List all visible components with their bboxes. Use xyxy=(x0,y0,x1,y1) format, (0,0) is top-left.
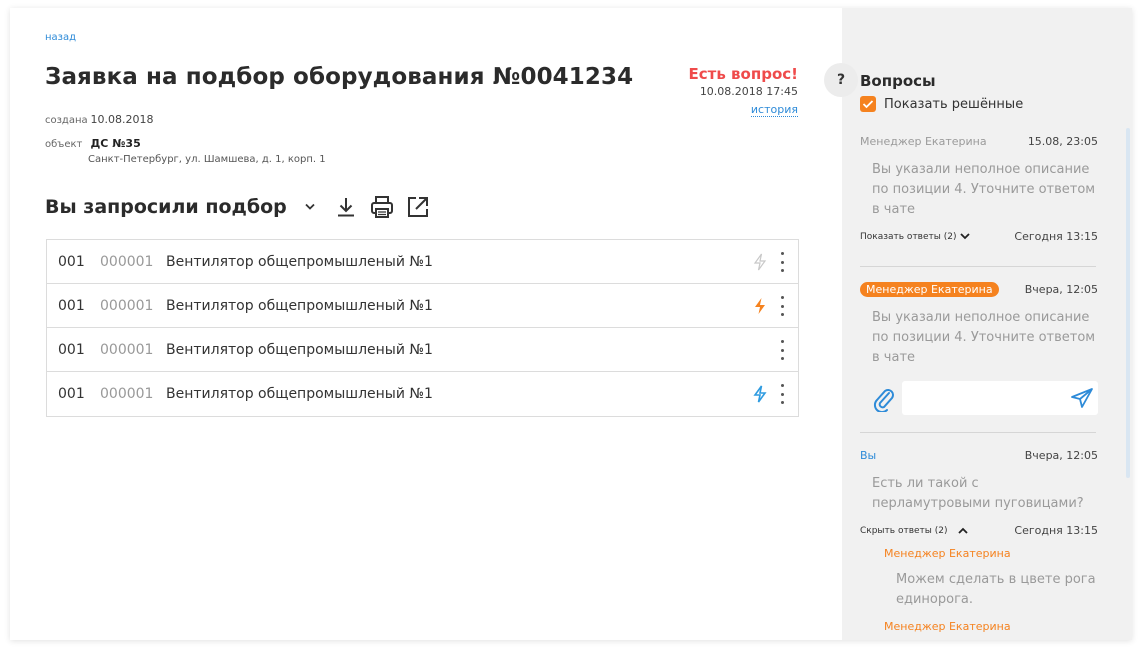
chevron-up-icon xyxy=(957,527,968,534)
items-table: 001 000001 Вентилятор общепромышленый №1… xyxy=(46,239,799,417)
status-text: Есть вопрос! xyxy=(688,65,798,83)
object-info: объект ДС №35 Санкт-Петербург, ул. Шамше… xyxy=(45,137,326,165)
item-name: Вентилятор общепромышленый №1 xyxy=(166,341,433,358)
send-icon[interactable] xyxy=(1070,387,1094,413)
reply-input[interactable] xyxy=(902,381,1098,415)
reply-author: Менеджер Екатерина xyxy=(884,620,1011,633)
section-header: Вы запросили подбор xyxy=(45,194,431,220)
reply-box xyxy=(872,380,1098,416)
more-options-icon[interactable] xyxy=(778,382,786,406)
reply-author: Менеджер Екатерина xyxy=(884,547,1011,560)
thread-time: Вчера, 12:05 xyxy=(1024,282,1098,296)
request-status: Есть вопрос! 10.08.2018 17:45 история xyxy=(689,65,798,117)
main-panel: назад Заявка на подбор оборудования №004… xyxy=(10,8,842,640)
show-replies-toggle[interactable]: Показать ответы (2) xyxy=(860,231,971,242)
item-code: 000001 xyxy=(100,341,154,358)
thread-time: 15.08, 23:05 xyxy=(1027,134,1098,148)
divider xyxy=(860,266,1096,267)
more-options-icon[interactable] xyxy=(778,294,786,318)
more-options-icon[interactable] xyxy=(778,250,786,274)
created-info: создана 10.08.2018 xyxy=(45,113,153,126)
status-date: 10.08.2018 17:45 xyxy=(699,85,798,98)
hide-replies-toggle[interactable]: Скрыть ответы (2) xyxy=(860,526,968,536)
question-thread: Вы Вчера, 12:05 Есть ли такой с перламут… xyxy=(860,446,1098,634)
history-link[interactable]: история xyxy=(750,104,798,117)
thread-message: Вы указали неполное описание по позиции … xyxy=(872,162,1096,217)
questions-sidebar: ? Вопросы Показать решённые Менеджер Ека… xyxy=(824,8,1132,640)
item-qty: 001 xyxy=(58,386,85,402)
object-label: объект xyxy=(45,139,83,150)
item-code: 000001 xyxy=(100,386,154,402)
more-options-icon[interactable] xyxy=(778,338,786,362)
item-name: Вентилятор общепромышленый №1 xyxy=(166,386,433,402)
object-address: Санкт-Петербург, ул. Шамшева, д. 1, корп… xyxy=(88,154,326,165)
app-window: назад Заявка на подбор оборудования №004… xyxy=(10,8,1132,640)
print-icon[interactable] xyxy=(369,194,395,220)
thread-message: Есть ли такой с перламутровыми пуговицам… xyxy=(872,476,1084,511)
question-thread: Менеджер Екатерина Вчера, 12:05 Вы указа… xyxy=(860,280,1098,368)
item-name: Вентилятор общепромышленый №1 xyxy=(166,253,433,270)
object-name: ДС №35 xyxy=(90,137,141,150)
thread-message: Вы указали неполное описание по позиции … xyxy=(872,310,1096,365)
thread-author: Вы xyxy=(860,448,877,462)
show-solved-checkbox[interactable]: Показать решённые xyxy=(860,96,1023,112)
item-qty: 001 xyxy=(58,253,85,270)
item-code: 000001 xyxy=(100,297,154,314)
created-value: 10.08.2018 xyxy=(90,113,154,126)
table-row[interactable]: 001 000001 Вентилятор общепромышленый №1 xyxy=(47,328,798,372)
bolt-icon[interactable] xyxy=(752,297,768,315)
question-thread: Менеджер Екатерина 15.08, 23:05 Вы указа… xyxy=(860,132,1098,244)
show-solved-label: Показать решённые xyxy=(884,96,1024,112)
thread-time: Вчера, 12:05 xyxy=(1024,448,1098,462)
external-link-icon[interactable] xyxy=(405,194,431,220)
divider xyxy=(860,432,1096,433)
bolt-icon[interactable] xyxy=(752,253,768,271)
item-code: 000001 xyxy=(100,253,154,270)
page-title: Заявка на подбор оборудования №0041234 xyxy=(45,64,634,90)
scrollbar[interactable] xyxy=(1126,128,1130,478)
reply-message: Можем сделать в цвете рога единорога. xyxy=(896,572,1096,607)
table-row[interactable]: 001 000001 Вентилятор общепромышленый №1 xyxy=(47,240,798,284)
table-row[interactable]: 001 000001 Вентилятор общепромышленый №1 xyxy=(47,284,798,328)
bolt-icon[interactable] xyxy=(752,385,768,403)
thread-foot-time: Сегодня 13:15 xyxy=(1014,524,1098,537)
item-name: Вентилятор общепромышленый №1 xyxy=(166,297,433,314)
created-label: создана xyxy=(45,115,88,126)
paperclip-icon[interactable] xyxy=(872,386,896,416)
reply: Менеджер Екатерина Можем сделать в цвете… xyxy=(860,547,1098,633)
question-icon: ? xyxy=(824,63,858,97)
section-title: Вы запросили подбор xyxy=(45,196,287,218)
questions-title: Вопросы xyxy=(860,72,936,90)
download-icon[interactable] xyxy=(333,194,359,220)
checkbox-checked-icon[interactable] xyxy=(860,96,876,112)
hide-replies-label: Скрыть ответы (2) xyxy=(860,525,948,536)
thread-author-badge: Менеджер Екатерина xyxy=(860,281,999,297)
table-row[interactable]: 001 000001 Вентилятор общепромышленый №1 xyxy=(47,372,798,416)
show-replies-label: Показать ответы (2) xyxy=(860,231,957,242)
thread-foot-time: Сегодня 13:15 xyxy=(1014,230,1098,243)
item-qty: 001 xyxy=(58,297,85,314)
item-qty: 001 xyxy=(58,341,85,358)
chevron-down-icon[interactable] xyxy=(297,194,323,220)
chevron-down-icon xyxy=(960,233,971,240)
thread-author: Менеджер Екатерина xyxy=(860,134,987,148)
back-link[interactable]: назад xyxy=(45,32,76,43)
